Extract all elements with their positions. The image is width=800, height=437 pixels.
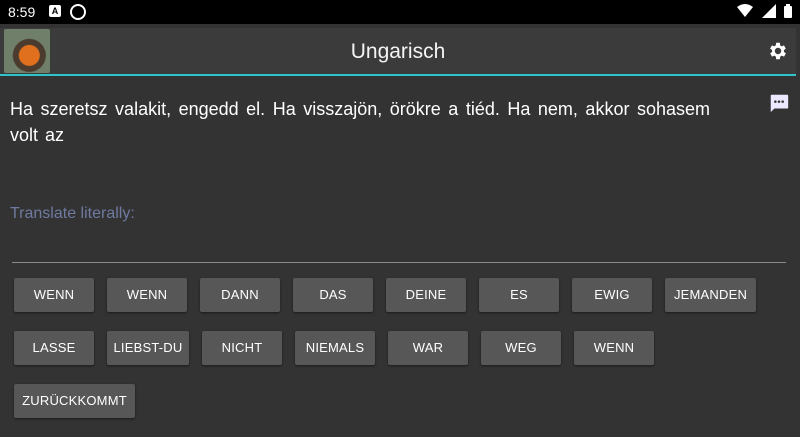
signal-icon bbox=[761, 4, 776, 18]
wifi-icon bbox=[737, 4, 754, 17]
status-right-icons bbox=[733, 4, 792, 20]
source-sentence: Ha szeretsz valakit, engedd el. Ha vissz… bbox=[10, 99, 710, 145]
word-chip[interactable]: JEMANDEN bbox=[665, 278, 756, 312]
word-chip[interactable]: DEINE bbox=[386, 278, 466, 312]
app-bar: Ungarisch bbox=[0, 28, 796, 76]
comment-icon[interactable] bbox=[768, 92, 790, 114]
word-chip[interactable]: EWIG bbox=[572, 278, 652, 312]
word-chip[interactable]: WENN bbox=[574, 331, 654, 365]
battery-icon bbox=[784, 4, 792, 18]
answer-divider bbox=[12, 262, 786, 263]
status-time: 8:59 bbox=[8, 4, 36, 20]
sync-icon bbox=[70, 4, 86, 20]
translate-prompt: Translate literally: bbox=[10, 205, 135, 222]
word-chip[interactable]: WENN bbox=[14, 278, 94, 312]
word-chip[interactable]: NICHT bbox=[202, 331, 282, 365]
word-chip[interactable]: WENN bbox=[107, 278, 187, 312]
app-title: Ungarisch bbox=[350, 40, 446, 63]
word-chip[interactable]: DANN bbox=[200, 278, 280, 312]
word-chip[interactable]: ES bbox=[479, 278, 559, 312]
word-chip[interactable]: NIEMALS bbox=[295, 331, 375, 365]
notification-a-icon: A bbox=[49, 5, 61, 17]
word-chip[interactable]: LASSE bbox=[14, 331, 94, 365]
word-chip[interactable]: LIEBST-DU bbox=[107, 331, 189, 365]
word-chip[interactable]: ZURÜCKKOMMT bbox=[14, 384, 135, 418]
word-chip[interactable]: WAR bbox=[388, 331, 468, 365]
gear-icon[interactable] bbox=[767, 40, 789, 62]
word-chip[interactable]: WEG bbox=[481, 331, 561, 365]
status-bar: 8:59 A bbox=[0, 0, 800, 24]
word-chip[interactable]: DAS bbox=[293, 278, 373, 312]
